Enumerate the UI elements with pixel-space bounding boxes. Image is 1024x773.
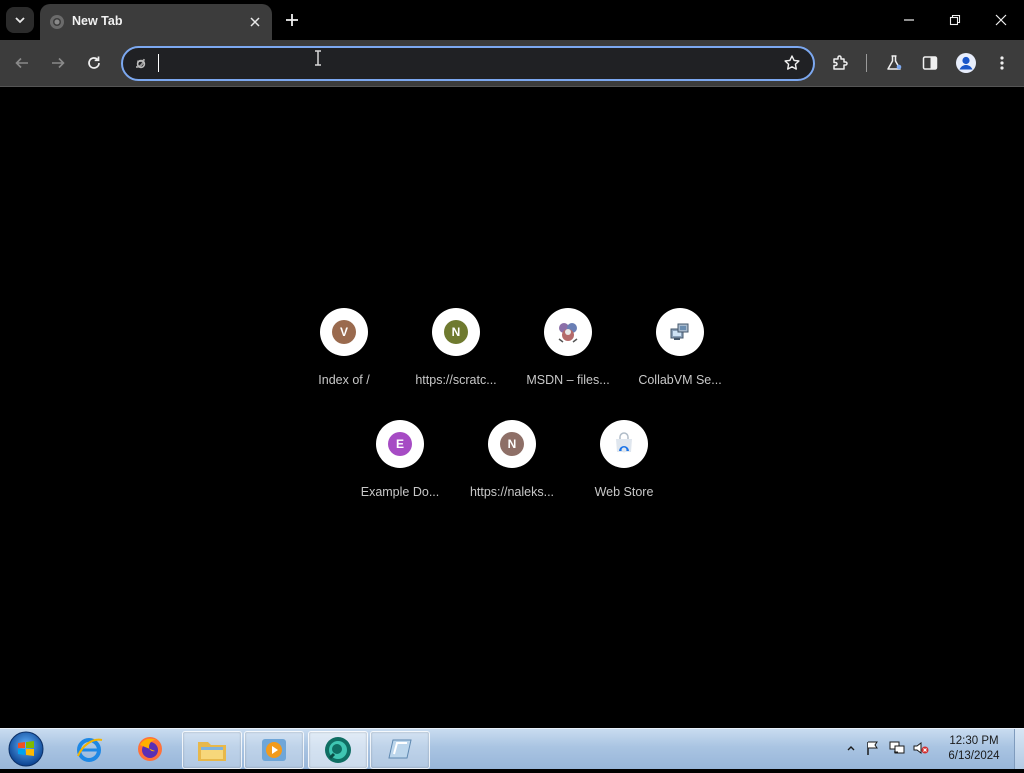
page-info-icon[interactable] bbox=[132, 55, 148, 71]
side-panel-button[interactable] bbox=[916, 49, 944, 77]
shortcut-label: https://naleks... bbox=[469, 485, 555, 499]
address-input[interactable] bbox=[157, 53, 771, 75]
shortcut-tile[interactable]: V Index of / bbox=[288, 308, 400, 408]
shortcut-label: Example Do... bbox=[360, 485, 440, 499]
taskbar-internet-explorer[interactable] bbox=[60, 731, 118, 767]
shortcut-icon-circle: N bbox=[432, 308, 480, 356]
volume-tray-icon[interactable] bbox=[912, 739, 930, 757]
flag-icon bbox=[867, 741, 878, 755]
action-center-tray-icon[interactable] bbox=[864, 739, 882, 757]
tab-search-button[interactable] bbox=[6, 7, 34, 33]
labs-button[interactable] bbox=[880, 49, 908, 77]
plus-icon bbox=[286, 14, 298, 26]
taskbar-clock[interactable]: 12:30 PM 6/13/2024 bbox=[938, 734, 1010, 764]
shortcut-icon-circle bbox=[600, 420, 648, 468]
shortcut-tile[interactable]: CollabVM Se... bbox=[624, 308, 736, 408]
taskbar-file-explorer[interactable] bbox=[182, 731, 242, 769]
arrow-right-icon bbox=[52, 57, 65, 69]
shortcut-icon-circle: E bbox=[376, 420, 424, 468]
close-icon bbox=[250, 17, 260, 27]
shortcut-tile[interactable]: MSDN – files... bbox=[512, 308, 624, 408]
media-player-icon bbox=[262, 739, 286, 761]
minimize-button[interactable] bbox=[886, 0, 932, 40]
restore-icon bbox=[949, 14, 961, 26]
shortcut-icon-circle: V bbox=[320, 308, 368, 356]
shortcut-icon-circle bbox=[544, 308, 592, 356]
globe-icon bbox=[50, 15, 64, 29]
close-icon bbox=[995, 14, 1007, 26]
shortcut-icon-circle bbox=[656, 308, 704, 356]
shortcut-label: https://scratc... bbox=[415, 373, 497, 387]
shortcut-label: Web Store bbox=[594, 485, 654, 499]
profile-button[interactable] bbox=[952, 49, 980, 77]
forward-button[interactable] bbox=[44, 49, 72, 77]
start-button[interactable] bbox=[6, 730, 46, 768]
mouse-ibeam-cursor bbox=[315, 50, 321, 66]
internet-explorer-icon bbox=[77, 738, 103, 762]
network-icon bbox=[889, 741, 905, 754]
windows-taskbar: 12:30 PM 6/13/2024 bbox=[0, 728, 1024, 769]
side-panel-icon bbox=[922, 56, 938, 70]
network-tray-icon[interactable] bbox=[888, 739, 906, 757]
chevron-up-icon bbox=[847, 746, 855, 751]
back-button[interactable] bbox=[8, 49, 36, 77]
avatar-icon bbox=[956, 53, 976, 73]
speaker-muted-icon bbox=[913, 742, 929, 754]
browser-toolbar bbox=[0, 40, 1024, 87]
shortcut-label: MSDN – files... bbox=[526, 373, 610, 387]
tab-strip: New Tab bbox=[0, 0, 1024, 40]
close-window-button[interactable] bbox=[978, 0, 1024, 40]
menu-button[interactable] bbox=[988, 49, 1016, 77]
collabvm-favicon-icon bbox=[670, 323, 689, 340]
show-hidden-icons-button[interactable] bbox=[842, 739, 860, 757]
clock-date: 6/13/2024 bbox=[948, 750, 1000, 762]
new-tab-button[interactable] bbox=[280, 9, 304, 31]
more-vertical-icon bbox=[1000, 56, 1004, 70]
close-tab-button[interactable] bbox=[246, 13, 264, 31]
extensions-button[interactable] bbox=[826, 49, 854, 77]
reload-button[interactable] bbox=[80, 49, 108, 77]
chevron-down-icon bbox=[15, 17, 25, 24]
letter-avatar-icon: V bbox=[332, 320, 356, 344]
firefox-icon bbox=[138, 737, 162, 761]
minimize-icon bbox=[904, 19, 914, 21]
show-desktop-button[interactable] bbox=[1014, 729, 1024, 769]
shortcut-tile[interactable]: Web Store bbox=[568, 420, 680, 520]
msdn-favicon-icon bbox=[558, 323, 578, 343]
taskbar-chrome-app[interactable] bbox=[308, 731, 368, 769]
shortcut-icon-circle: N bbox=[488, 420, 536, 468]
letter-avatar-icon: N bbox=[500, 432, 524, 456]
folder-icon bbox=[198, 742, 226, 761]
flask-icon bbox=[887, 55, 902, 70]
reload-icon bbox=[88, 56, 100, 69]
letter-avatar-icon: N bbox=[444, 320, 468, 344]
clock-time: 12:30 PM bbox=[949, 735, 999, 747]
toolbar-separator bbox=[866, 54, 867, 72]
shortcut-tile[interactable]: N https://naleks... bbox=[456, 420, 568, 520]
taskbar-firefox[interactable] bbox=[121, 731, 179, 767]
letter-avatar-icon: E bbox=[388, 432, 412, 456]
shortcut-label: Index of / bbox=[318, 373, 370, 387]
tab-new-tab[interactable]: New Tab bbox=[40, 4, 272, 40]
arrow-left-icon bbox=[15, 57, 28, 69]
restore-button[interactable] bbox=[932, 0, 978, 40]
windows-orb-icon bbox=[8, 731, 44, 767]
taskbar-window-app[interactable] bbox=[370, 731, 430, 769]
address-bar[interactable] bbox=[121, 46, 815, 81]
web-store-icon bbox=[616, 432, 632, 453]
tab-title: New Tab bbox=[72, 14, 123, 28]
shortcut-label: CollabVM Se... bbox=[638, 373, 722, 387]
bookmark-star-icon[interactable] bbox=[783, 54, 801, 72]
taskbar-media-player[interactable] bbox=[244, 731, 304, 769]
puzzle-icon bbox=[833, 55, 848, 70]
window-app-icon bbox=[388, 739, 412, 759]
chromium-app-icon bbox=[325, 737, 351, 763]
shortcut-tile[interactable]: E Example Do... bbox=[344, 420, 456, 520]
text-cursor bbox=[158, 54, 159, 72]
shortcut-tile[interactable]: N https://scratc... bbox=[400, 308, 512, 408]
